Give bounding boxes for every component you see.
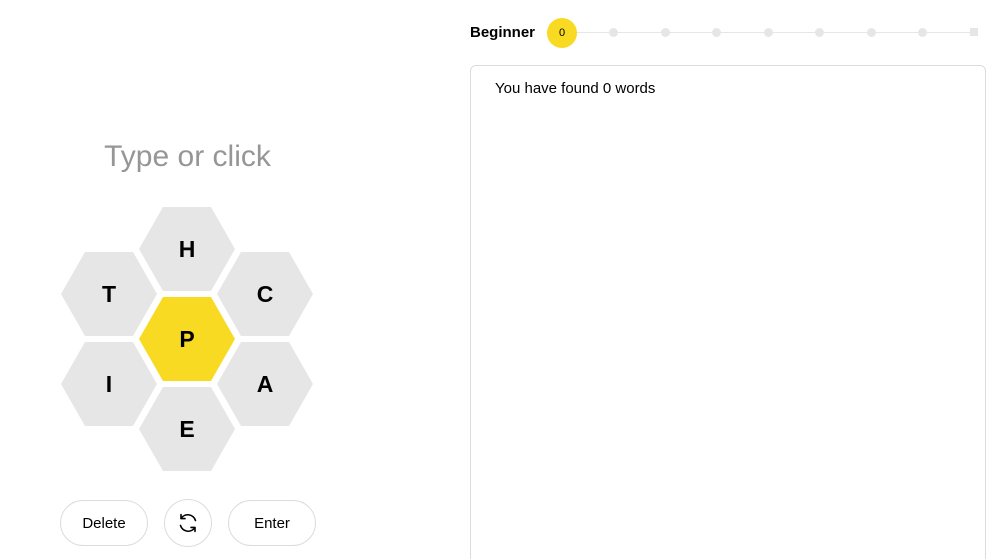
delete-button[interactable]: Delete — [60, 500, 148, 546]
found-words-panel[interactable]: You have found 0 words — [470, 65, 986, 559]
hive-cell-bottom[interactable]: E — [139, 387, 235, 471]
progress-step-dot — [660, 28, 670, 37]
hive-cell-upper-left[interactable]: T — [61, 252, 157, 336]
progress-step-dot — [712, 28, 721, 37]
progress-step-dot — [763, 28, 773, 37]
spelling-bee-page: Type or click H T C P I A E Delete Enter… — [0, 0, 996, 559]
hive-center-letter: P — [179, 325, 195, 352]
shuffle-icon — [176, 511, 200, 535]
progress-step-final — [969, 28, 978, 36]
rank-label[interactable]: Beginner — [470, 24, 535, 41]
hive-cell-lower-right[interactable]: A — [217, 342, 313, 426]
enter-button[interactable]: Enter — [228, 500, 316, 546]
word-input-placeholder[interactable]: Type or click — [60, 140, 315, 174]
hive-letter: T — [101, 280, 117, 307]
hive-letter: A — [256, 370, 274, 397]
progress-step-dot — [918, 28, 927, 37]
hive-letter: C — [256, 280, 274, 307]
hive-cell-lower-left[interactable]: I — [61, 342, 157, 426]
progress-step-dot — [815, 28, 824, 37]
hive-letter: E — [179, 415, 195, 442]
hive-cell-upper-right[interactable]: C — [217, 252, 313, 336]
score-marker: 0 — [547, 18, 577, 48]
progress-step-dot — [866, 28, 876, 37]
shuffle-button[interactable] — [164, 499, 212, 547]
hive-cell-center[interactable]: P — [139, 297, 235, 381]
hive-letter: I — [105, 370, 113, 397]
hive-letter: H — [178, 235, 196, 262]
progress-step-dot — [609, 28, 618, 37]
found-words-heading: You have found 0 words — [495, 80, 656, 97]
hive-cell-top[interactable]: H — [139, 207, 235, 291]
